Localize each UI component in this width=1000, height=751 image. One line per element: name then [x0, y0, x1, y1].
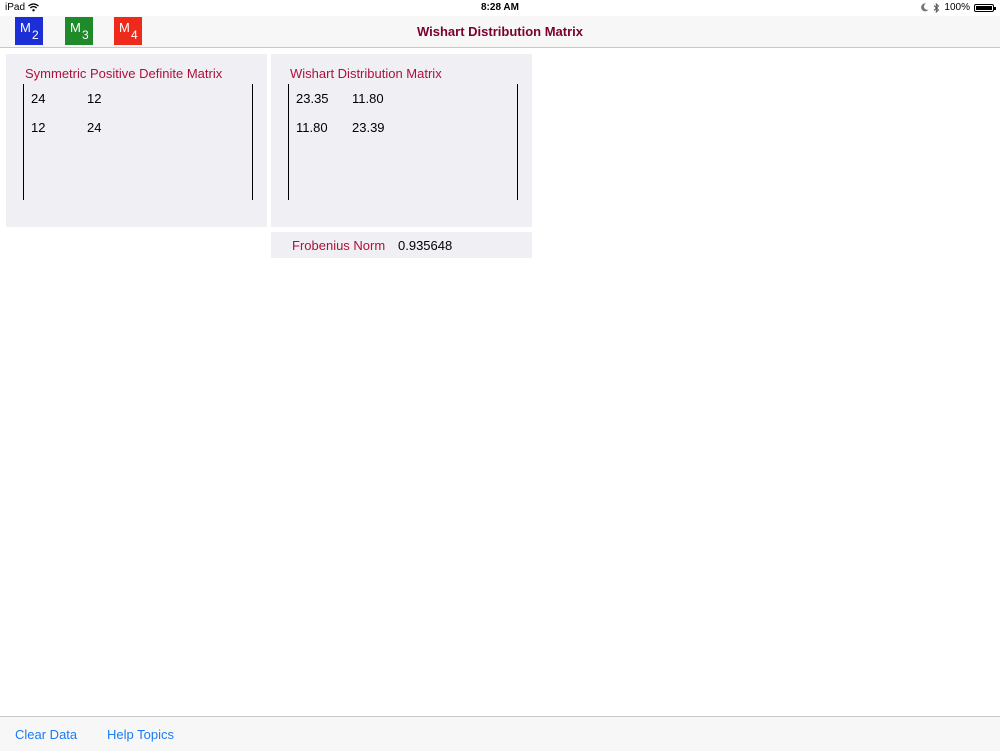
help-topics-button[interactable]: Help Topics	[107, 727, 174, 742]
spd-matrix-panel: Symmetric Positive Definite Matrix 24 12…	[6, 54, 267, 227]
spd-panel-title: Symmetric Positive Definite Matrix	[25, 66, 223, 81]
battery-icon	[974, 3, 996, 12]
frobenius-panel: Frobenius Norm 0.935648	[271, 232, 532, 258]
battery-fill	[976, 5, 992, 10]
wishart-panel-title: Wishart Distribution Matrix	[290, 66, 442, 81]
wishart-cell-1-2: 11.80	[352, 91, 384, 106]
spd-cell-2-2[interactable]: 24	[87, 120, 101, 135]
status-right: 100%	[921, 2, 996, 13]
status-time: 8:28 AM	[481, 2, 519, 13]
matrix-right-bracket	[252, 84, 253, 200]
spd-cell-2-1[interactable]: 12	[31, 120, 45, 135]
wishart-cell-1-1: 23.35	[296, 91, 329, 106]
wishart-cell-2-1: 11.80	[296, 120, 328, 135]
nav-bar: M 2 M 3 M 4 Wishart Distribution Matrix	[0, 16, 1000, 48]
frobenius-label: Frobenius Norm	[292, 238, 386, 253]
page-title: Wishart Distribution Matrix	[416, 24, 583, 39]
spd-cell-1-1[interactable]: 24	[31, 91, 45, 106]
spd-cell-1-2[interactable]: 12	[87, 91, 101, 106]
matrix-left-bracket	[23, 84, 24, 200]
matrix-right-bracket	[517, 84, 518, 200]
bottom-toolbar: Clear Data Help Topics	[0, 716, 1000, 751]
frobenius-value: 0.935648	[398, 238, 453, 253]
bluetooth-icon	[934, 2, 940, 13]
battery-percent: 100%	[944, 2, 970, 13]
matrix-left-bracket	[288, 84, 289, 200]
wishart-cell-2-2: 23.39	[352, 120, 385, 135]
clear-data-button[interactable]: Clear Data	[15, 727, 77, 742]
moon-icon	[921, 3, 929, 12]
status-bar: iPad 8:28 AM 100%	[0, 0, 1000, 16]
wishart-matrix-panel: Wishart Distribution Matrix 23.35 11.80 …	[271, 54, 532, 227]
